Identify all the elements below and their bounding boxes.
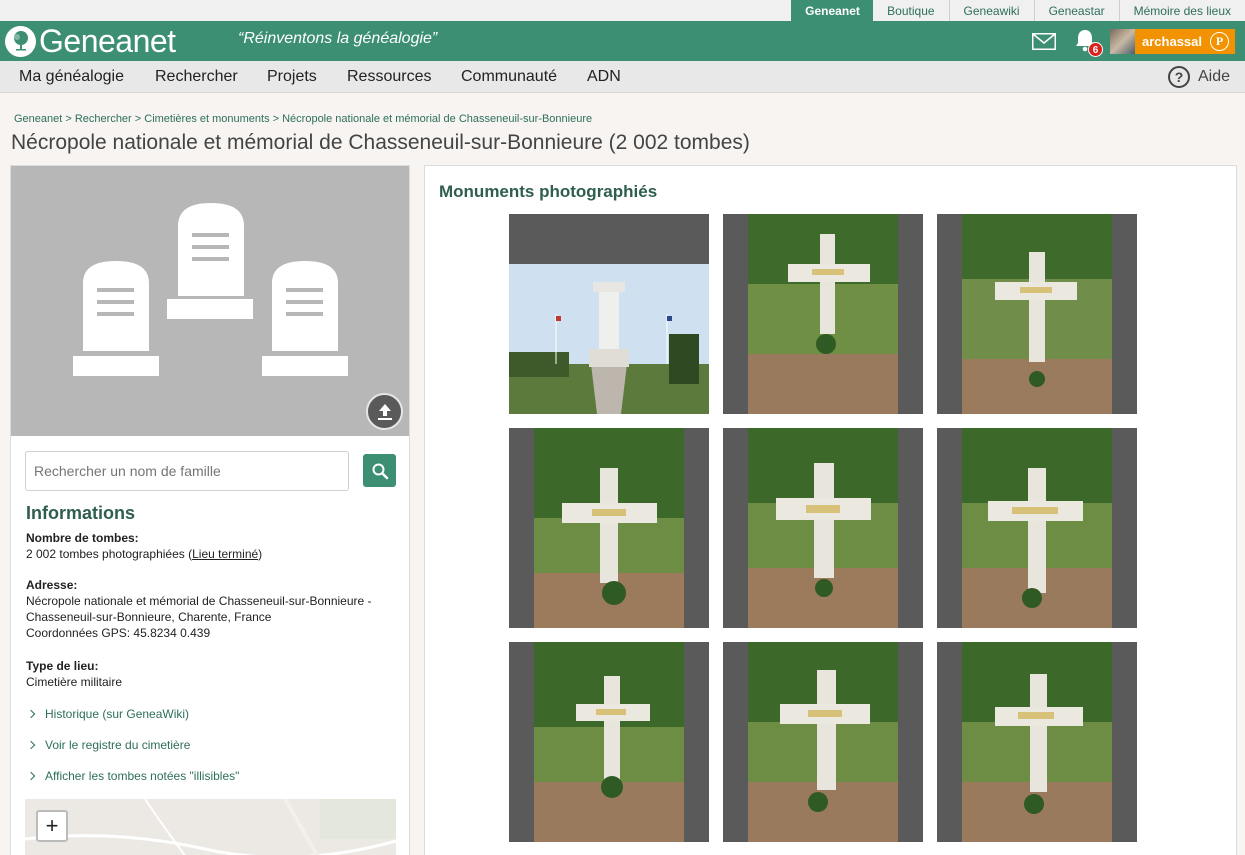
chevron-right-icon bbox=[26, 771, 36, 781]
cross-photo-image bbox=[748, 642, 898, 842]
grave-photo-6[interactable] bbox=[937, 428, 1137, 628]
notifications-button[interactable]: 6 bbox=[1074, 28, 1103, 57]
main-nav: Ma généalogie Rechercher Projets Ressour… bbox=[0, 61, 1245, 93]
chevron-right-icon bbox=[26, 740, 36, 750]
registre-link[interactable]: Voir le registre du cimetière bbox=[26, 738, 190, 752]
tombstones-icon bbox=[73, 203, 348, 376]
illisibles-link[interactable]: Afficher les tombes notées "illisibles" bbox=[26, 769, 239, 783]
upload-photo-button[interactable] bbox=[366, 393, 403, 430]
memorial-photo-image bbox=[509, 264, 709, 414]
map-tiles bbox=[25, 799, 396, 855]
help-label: Aide bbox=[1197, 68, 1230, 85]
header: Geneanet “Réinventons la généalogie” 6 a… bbox=[0, 21, 1245, 61]
place-type-value: Cimetière militaire bbox=[26, 675, 123, 689]
help-link[interactable]: ? Aide bbox=[1167, 66, 1230, 88]
top-link-boutique[interactable]: Boutique bbox=[873, 0, 948, 21]
nav-item-adn[interactable]: ADN bbox=[587, 68, 621, 86]
grave-photo-9[interactable] bbox=[937, 642, 1137, 842]
brand-name: Geneanet bbox=[39, 23, 176, 59]
top-link-geneastar[interactable]: Geneastar bbox=[1033, 0, 1119, 21]
upload-icon bbox=[377, 403, 392, 420]
graves-count-block: Nombre de tombes: 2 002 tombes photograp… bbox=[26, 530, 262, 562]
cemetery-info-panel: Informations Nombre de tombes: 2 002 tom… bbox=[10, 165, 410, 855]
notification-count-badge: 6 bbox=[1088, 42, 1103, 57]
logo[interactable]: Geneanet bbox=[5, 25, 176, 57]
top-links-bar: Geneanet Boutique Geneawiki Geneastar Mé… bbox=[0, 0, 1245, 21]
photographed-monuments-heading: Monuments photographiés bbox=[439, 182, 658, 201]
graves-count-value: 2 002 tombes photographiées ( bbox=[26, 547, 193, 561]
cross-photo-image bbox=[962, 642, 1112, 842]
slogan: “Réinventons la généalogie” bbox=[238, 30, 438, 47]
address-block: Adresse: Nécropole nationale et mémorial… bbox=[26, 577, 372, 641]
nav-item-communaute[interactable]: Communauté bbox=[461, 68, 557, 86]
tree-icon bbox=[5, 25, 36, 57]
surname-search-input[interactable] bbox=[25, 451, 349, 491]
top-link-geneanet[interactable]: Geneanet bbox=[791, 0, 874, 21]
nav-item-projets[interactable]: Projets bbox=[267, 68, 317, 86]
breadcrumb[interactable]: Geneanet > Rechercher > Cimetières et mo… bbox=[14, 113, 592, 125]
registre-link-label: Voir le registre du cimetière bbox=[45, 738, 191, 752]
help-icon: ? bbox=[1167, 66, 1190, 88]
informations-heading: Informations bbox=[26, 503, 136, 523]
top-link-memoire-des-lieux[interactable]: Mémoire des lieux bbox=[1118, 0, 1245, 21]
monument-photo-1[interactable] bbox=[509, 214, 709, 414]
location-map[interactable]: + bbox=[25, 799, 396, 855]
cross-photo-image bbox=[962, 214, 1112, 414]
place-type-block: Type de lieu: Cimetière militaire bbox=[26, 658, 122, 690]
nav-item-ma-genealogie[interactable]: Ma généalogie bbox=[19, 68, 124, 86]
graves-count-label: Nombre de tombes: bbox=[26, 531, 139, 545]
illisibles-link-label: Afficher les tombes notées "illisibles" bbox=[45, 769, 240, 783]
address-line-1: Nécropole nationale et mémorial de Chass… bbox=[26, 594, 372, 608]
address-line-2: Chasseneuil-sur-Bonnieure, Charente, Fra… bbox=[26, 610, 272, 624]
place-type-label: Type de lieu: bbox=[26, 659, 99, 673]
graves-count-close: ) bbox=[258, 547, 263, 561]
historique-link-label: Historique (sur GeneaWiki) bbox=[45, 707, 190, 721]
grave-photo-4[interactable] bbox=[509, 428, 709, 628]
premium-badge-icon: P bbox=[1210, 31, 1229, 51]
chevron-right-icon bbox=[26, 709, 36, 719]
page-title: Nécropole nationale et mémorial de Chass… bbox=[11, 131, 750, 154]
cross-photo-image bbox=[748, 428, 898, 628]
cross-photo-image bbox=[748, 214, 898, 414]
historique-link[interactable]: Historique (sur GeneaWiki) bbox=[26, 707, 189, 721]
cross-photo-image bbox=[962, 428, 1112, 628]
cross-photo-image bbox=[534, 642, 684, 842]
username: archassal bbox=[1142, 33, 1202, 49]
map-zoom-in-button[interactable]: + bbox=[36, 810, 68, 842]
address-label: Adresse: bbox=[26, 578, 78, 592]
grave-photo-2[interactable] bbox=[723, 214, 923, 414]
gps-coordinates: Coordonnées GPS: 45.8234 0.439 bbox=[26, 626, 211, 640]
grave-photo-8[interactable] bbox=[723, 642, 923, 842]
nav-item-rechercher[interactable]: Rechercher bbox=[155, 68, 238, 86]
grave-photo-3[interactable] bbox=[937, 214, 1137, 414]
mail-icon[interactable] bbox=[1032, 32, 1056, 50]
search-icon bbox=[372, 463, 388, 479]
photographed-monuments-panel: Monuments photographiés bbox=[424, 165, 1237, 855]
cross-photo-image bbox=[534, 428, 684, 628]
avatar[interactable] bbox=[1110, 28, 1135, 54]
nav-item-ressources[interactable]: Ressources bbox=[347, 68, 431, 86]
search-button[interactable] bbox=[363, 454, 396, 487]
grave-photo-5[interactable] bbox=[723, 428, 923, 628]
top-link-geneawiki[interactable]: Geneawiki bbox=[948, 0, 1034, 21]
cemetery-placeholder-image bbox=[11, 166, 409, 436]
lieu-termine-link[interactable]: Lieu terminé bbox=[192, 547, 258, 561]
grave-photo-7[interactable] bbox=[509, 642, 709, 842]
user-menu[interactable]: archassal P bbox=[1135, 28, 1235, 54]
